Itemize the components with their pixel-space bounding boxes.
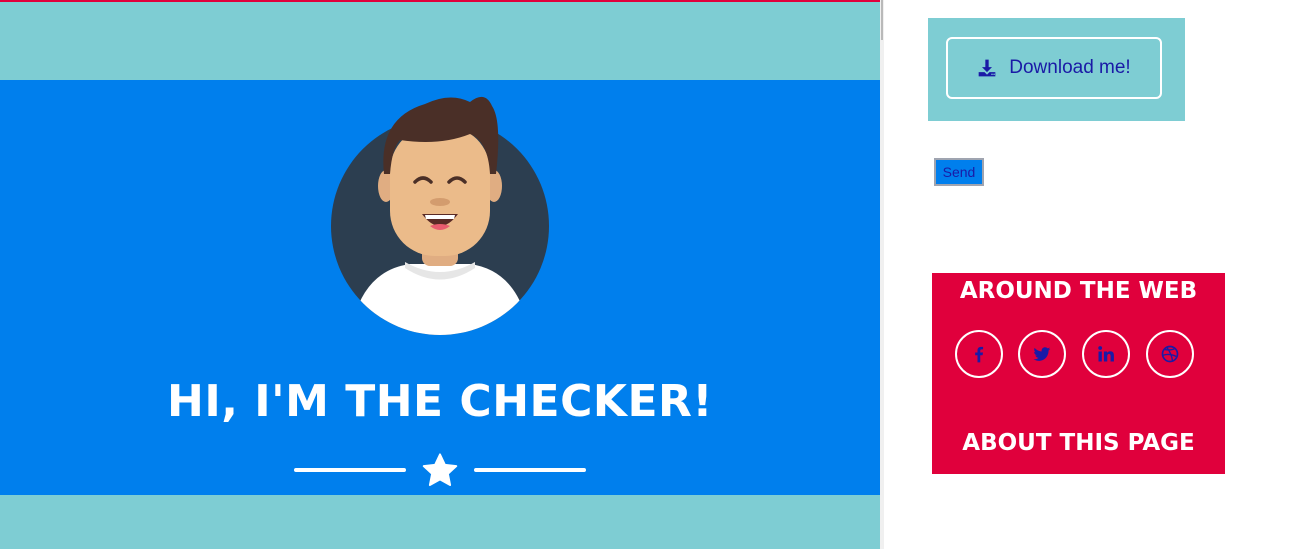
social-panel: AROUND THE WEB ABOUT THIS PAGE bbox=[932, 273, 1225, 474]
download-button[interactable]: Download me! bbox=[946, 37, 1162, 99]
download-icon bbox=[978, 59, 996, 77]
download-panel: Download me! bbox=[928, 18, 1185, 121]
divider-line-right bbox=[474, 468, 586, 472]
star-icon bbox=[422, 453, 458, 487]
hero-section: HI, I'M THE CHECKER! bbox=[0, 0, 880, 549]
avatar bbox=[331, 96, 549, 335]
facebook-icon bbox=[975, 346, 984, 363]
around-the-web-heading: AROUND THE WEB bbox=[959, 278, 1198, 304]
linkedin-icon bbox=[1098, 346, 1114, 362]
about-this-page-heading: ABOUT THIS PAGE bbox=[962, 430, 1195, 456]
scrollbar[interactable] bbox=[880, 0, 884, 549]
top-teal-band bbox=[0, 2, 880, 80]
bottom-teal-band bbox=[0, 495, 880, 549]
facebook-button[interactable] bbox=[955, 330, 1003, 378]
linkedin-button[interactable] bbox=[1082, 330, 1130, 378]
twitter-icon bbox=[1033, 347, 1051, 361]
twitter-button[interactable] bbox=[1018, 330, 1066, 378]
divider-line-left bbox=[294, 468, 406, 472]
send-button[interactable]: Send bbox=[934, 158, 984, 186]
dribbble-button[interactable] bbox=[1146, 330, 1194, 378]
hero-title: HI, I'M THE CHECKER! bbox=[167, 376, 713, 427]
scrollbar-thumb[interactable] bbox=[881, 0, 883, 40]
download-label: Download me! bbox=[1009, 57, 1131, 78]
hero-banner: HI, I'M THE CHECKER! bbox=[0, 80, 880, 495]
dribbble-icon bbox=[1161, 345, 1179, 363]
